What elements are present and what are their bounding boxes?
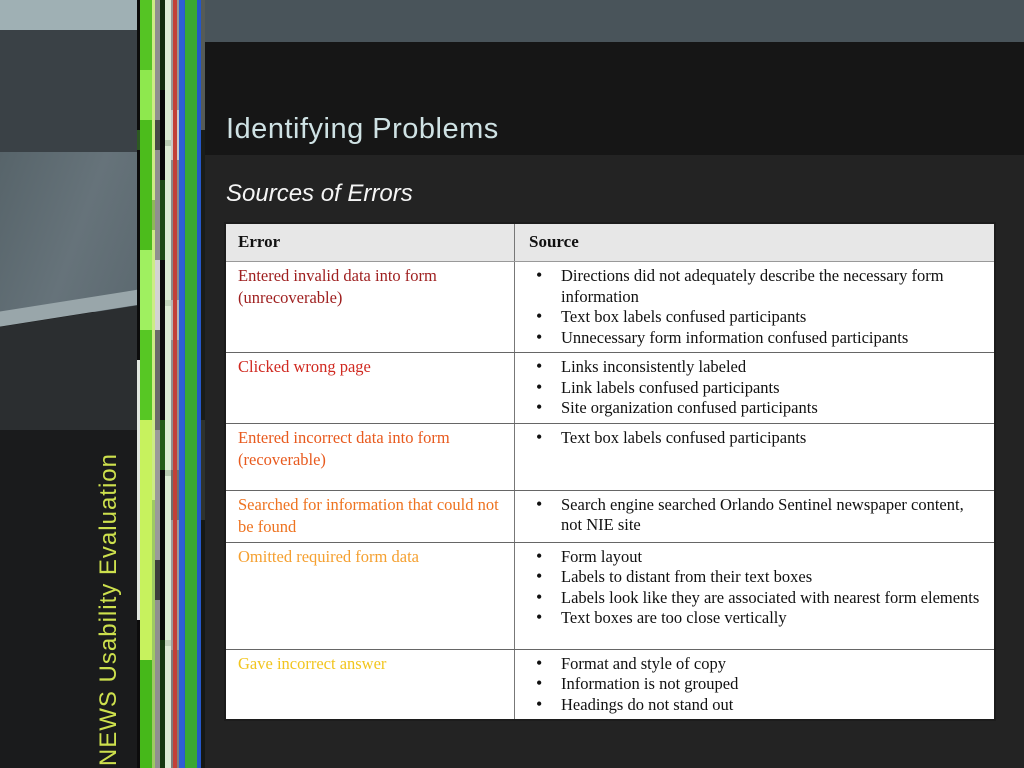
source-item: Headings do not stand out — [529, 694, 982, 716]
table-row: Entered incorrect data into form (recove… — [226, 423, 994, 491]
top-band — [205, 0, 1024, 42]
error-cell: Omitted required form data — [226, 542, 515, 649]
source-list: Form layoutLabels to distant from their … — [529, 546, 982, 629]
photo-band-gray — [0, 152, 137, 312]
glitch-patch — [185, 0, 197, 768]
table-header-error: Error — [226, 224, 515, 261]
error-cell: Entered incorrect data into form (recove… — [226, 423, 515, 490]
error-cell: Clicked wrong page — [226, 353, 515, 423]
source-item: Link labels confused participants — [529, 377, 982, 399]
source-item: Form layout — [529, 546, 982, 568]
title-band: Identifying Problems — [205, 42, 1024, 155]
errors-table: Error Source Entered invalid data into f… — [224, 222, 996, 721]
source-item: Text box labels confused participants — [529, 306, 982, 328]
slide-title: Identifying Problems — [226, 113, 499, 145]
source-item: Site organization confused participants — [529, 397, 982, 419]
left-photo-background: NEWS Usability Evaluation — [0, 0, 137, 768]
sidebar-vertical-title: NEWS Usability Evaluation — [95, 452, 122, 766]
errors-table-body: Entered invalid data into form (unrecove… — [226, 262, 994, 719]
error-cell: Entered invalid data into form (unrecove… — [226, 262, 515, 352]
source-cell: Links inconsistently labeledLink labels … — [515, 353, 994, 423]
source-item: Text boxes are too close vertically — [529, 607, 982, 629]
slide-subtitle: Sources of Errors — [226, 180, 413, 207]
table-row: Gave incorrect answer Format and style o… — [226, 649, 994, 720]
source-item: Text box labels confused participants — [529, 427, 982, 449]
table-row: Entered invalid data into form (unrecove… — [226, 262, 994, 353]
source-list: Search engine searched Orlando Sentinel … — [529, 494, 982, 536]
source-list: Links inconsistently labeledLink labels … — [529, 356, 982, 419]
table-header-row: Error Source — [226, 224, 994, 262]
source-list: Format and style of copyInformation is n… — [529, 653, 982, 716]
source-list: Directions did not adequately describe t… — [529, 265, 982, 349]
glitch-image-strip — [137, 0, 205, 768]
table-row: Clicked wrong page Links inconsistently … — [226, 353, 994, 424]
glitch-column — [140, 0, 152, 768]
source-item: Format and style of copy — [529, 653, 982, 675]
glitch-patch — [173, 0, 177, 768]
slide: NEWS Usability Evaluation Identifying Pr… — [0, 0, 1024, 768]
photo-band-dark — [0, 30, 137, 152]
source-cell: Text box labels confused participants — [515, 424, 994, 490]
error-cell: Gave incorrect answer — [226, 649, 515, 719]
table-row: Searched for information that could not … — [226, 490, 994, 543]
source-item: Search engine searched Orlando Sentinel … — [529, 494, 982, 536]
source-cell: Format and style of copyInformation is n… — [515, 650, 994, 720]
source-item: Labels to distant from their text boxes — [529, 566, 982, 588]
photo-band-light — [0, 0, 137, 30]
table-header-source: Source — [529, 232, 579, 251]
error-cell: Searched for information that could not … — [226, 490, 515, 542]
source-cell: Form layoutLabels to distant from their … — [515, 543, 994, 649]
source-list: Text box labels confused participants — [529, 427, 982, 449]
source-item: Information is not grouped — [529, 673, 982, 695]
slide-content: Identifying Problems Sources of Errors E… — [205, 0, 1024, 768]
source-item: Unnecessary form information confused pa… — [529, 327, 982, 349]
source-item: Directions did not adequately describe t… — [529, 265, 982, 307]
table-row: Omitted required form data Form layoutLa… — [226, 542, 994, 650]
source-item: Links inconsistently labeled — [529, 356, 982, 378]
source-item: Labels look like they are associated wit… — [529, 587, 982, 609]
source-cell: Search engine searched Orlando Sentinel … — [515, 491, 994, 542]
source-cell: Directions did not adequately describe t… — [515, 262, 994, 352]
